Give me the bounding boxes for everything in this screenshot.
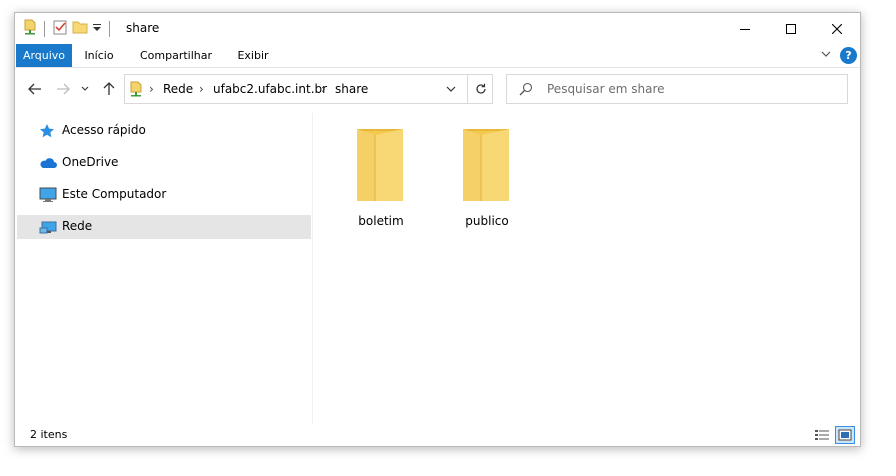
nav-item-onedrive[interactable]: OneDrive	[17, 151, 311, 175]
folder-icon	[459, 127, 515, 208]
cloud-icon	[39, 155, 57, 171]
close-icon	[832, 23, 842, 34]
search-icon	[519, 82, 533, 99]
maximize-icon	[786, 23, 796, 34]
folder-item[interactable]: boletim	[341, 125, 421, 235]
refresh-icon	[475, 83, 486, 94]
network-icon	[39, 219, 57, 235]
breadcrumb-share[interactable]: share	[335, 82, 368, 96]
star-icon	[39, 123, 57, 139]
nav-label: Este Computador	[62, 187, 167, 201]
address-bar[interactable]: › Rede › ufabc2.ufabc.int.br › share	[124, 74, 493, 104]
folder-item[interactable]: publico	[447, 125, 527, 235]
up-button[interactable]	[99, 79, 119, 99]
tab-inicio[interactable]: Início	[77, 44, 121, 67]
chevron-down-icon	[81, 86, 89, 91]
forward-button[interactable]	[53, 79, 73, 99]
nav-item-rede[interactable]: Rede	[17, 215, 311, 239]
nav-label: Rede	[62, 219, 93, 233]
large-icons-view-button[interactable]	[835, 426, 855, 444]
monitor-icon	[39, 187, 57, 203]
network-folder-icon	[129, 81, 143, 100]
tab-exibir[interactable]: Exibir	[231, 44, 275, 67]
maximize-button[interactable]	[768, 13, 814, 44]
title-bar: share	[15, 13, 860, 44]
chevron-down-icon	[446, 86, 456, 92]
expand-ribbon-icon[interactable]	[820, 48, 832, 63]
address-history-dropdown[interactable]	[445, 83, 457, 98]
status-bar: 2 itens	[15, 424, 860, 446]
back-button[interactable]	[25, 79, 45, 99]
search-input[interactable]: Pesquisar em share	[506, 74, 848, 104]
window-title: share	[126, 21, 160, 35]
network-drive-icon	[23, 19, 37, 38]
explorer-window: share Arquivo Início Compartilhar Exibir…	[14, 12, 861, 447]
nav-label: Acesso rápido	[62, 123, 146, 137]
large-icons-view-icon	[838, 429, 852, 441]
customize-qat-icon[interactable]	[92, 19, 102, 38]
folder-name: boletim	[358, 214, 404, 228]
new-folder-icon[interactable]	[72, 19, 88, 38]
tab-compartilhar[interactable]: Compartilhar	[134, 44, 218, 67]
tab-arquivo[interactable]: Arquivo	[16, 44, 72, 67]
arrow-up-icon	[103, 82, 115, 95]
pane-divider[interactable]	[312, 113, 313, 424]
breadcrumb-rede[interactable]: Rede	[163, 82, 193, 96]
nav-label: OneDrive	[62, 155, 119, 169]
ribbon-tabs: Arquivo Início Compartilhar Exibir ?	[15, 44, 860, 68]
details-view-icon	[815, 430, 829, 440]
nav-item-acesso-rapido[interactable]: Acesso rápido	[17, 119, 311, 143]
minimize-icon	[740, 28, 750, 30]
properties-icon[interactable]	[52, 19, 68, 38]
arrow-left-icon	[28, 83, 41, 95]
close-button[interactable]	[814, 13, 860, 44]
item-count: 2 itens	[30, 428, 68, 441]
breadcrumb-host[interactable]: ufabc2.ufabc.int.br	[213, 82, 327, 96]
breadcrumb-separator-icon[interactable]: ›	[199, 82, 204, 96]
folder-icon	[353, 127, 409, 208]
nav-item-este-computador[interactable]: Este Computador	[17, 183, 311, 207]
recent-locations-button[interactable]	[79, 79, 91, 99]
breadcrumb-separator-icon[interactable]: ›	[321, 82, 326, 96]
breadcrumb-separator-icon[interactable]: ›	[149, 82, 154, 96]
help-icon[interactable]: ?	[840, 47, 857, 64]
quick-access-toolbar	[23, 19, 113, 38]
folder-name: publico	[465, 214, 509, 228]
refresh-button[interactable]	[467, 75, 493, 103]
search-placeholder: Pesquisar em share	[547, 82, 665, 96]
minimize-button[interactable]	[722, 13, 768, 44]
arrow-right-icon	[57, 83, 70, 95]
details-view-button[interactable]	[812, 426, 832, 444]
navigation-pane: Acesso rápido OneDrive Este Computador R…	[15, 119, 311, 424]
